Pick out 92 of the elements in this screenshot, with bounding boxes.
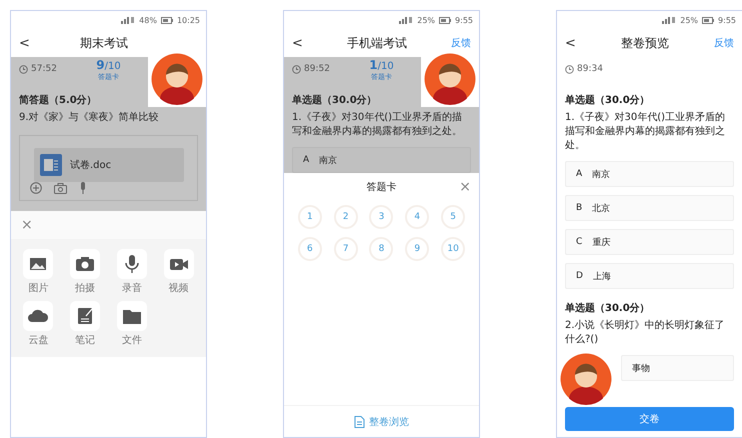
- back-button[interactable]: <: [292, 36, 303, 50]
- signal-icon: [121, 16, 136, 24]
- question-number[interactable]: 10: [441, 237, 466, 261]
- question-number[interactable]: 6: [298, 237, 322, 261]
- close-button[interactable]: ×: [21, 217, 33, 233]
- status-time: 9:55: [455, 16, 473, 24]
- file-attachment[interactable]: 试卷.doc: [34, 148, 184, 182]
- answer-option[interactable]: C 重庆: [565, 229, 734, 255]
- note-icon: [70, 301, 100, 331]
- current-question-number: 9: [96, 58, 105, 72]
- option-text: 上海: [592, 270, 611, 282]
- battery-level: 25%: [680, 16, 698, 24]
- question-number[interactable]: 5: [441, 205, 466, 229]
- option-letter: B: [576, 203, 582, 213]
- attach-option[interactable]: 图片: [15, 249, 62, 295]
- attach-option[interactable]: 录音: [108, 249, 156, 295]
- submit-button[interactable]: 交卷: [565, 407, 734, 431]
- question-total: /10: [378, 61, 394, 72]
- camera-icon[interactable]: [54, 182, 67, 194]
- attach-option[interactable]: 云盘: [15, 301, 62, 347]
- sheet-title: 答题卡: [366, 180, 396, 194]
- option-letter: A: [576, 169, 582, 179]
- question-text: 1.《子夜》对30年代()工业界矛盾的描写和金融界内幕的揭露都有独到之处。: [565, 111, 726, 153]
- battery-icon: [439, 16, 452, 24]
- option-text: 南京: [592, 168, 610, 180]
- timer: 57:52: [31, 64, 57, 74]
- video-camera-icon: [164, 249, 194, 279]
- question-number[interactable]: 3: [369, 205, 394, 229]
- option-letter: C: [576, 237, 582, 247]
- question-total: /10: [104, 61, 121, 72]
- question-type: 单选题（30.0分）: [565, 302, 651, 315]
- full-paper-link[interactable]: 整卷浏览: [354, 414, 409, 428]
- page-title: 期末考试: [78, 34, 129, 52]
- add-icon[interactable]: [30, 182, 42, 194]
- clock-icon: [565, 64, 574, 74]
- option-text: 事物: [632, 362, 650, 374]
- attach-option[interactable]: 拍摄: [62, 249, 108, 295]
- current-question-number: 1: [369, 58, 378, 72]
- question-number[interactable]: 1: [298, 205, 322, 229]
- feedback-link[interactable]: 反馈: [451, 36, 471, 50]
- option-text: 南京: [319, 154, 338, 166]
- feedback-link[interactable]: 反馈: [714, 36, 734, 50]
- clock-icon: [292, 64, 301, 74]
- answer-option[interactable]: D 上海: [565, 263, 734, 289]
- answer-box[interactable]: 试卷.doc: [19, 135, 198, 201]
- option-letter: A: [303, 155, 310, 165]
- attach-option[interactable]: 笔记: [62, 301, 108, 347]
- status-time: 9:55: [718, 16, 736, 24]
- answer-option[interactable]: A 南京: [565, 161, 734, 187]
- option-letter: D: [576, 271, 583, 281]
- option-text: 北京: [592, 202, 610, 214]
- clock-icon: [19, 64, 28, 74]
- image-icon: [23, 249, 54, 279]
- battery-icon: [160, 16, 173, 24]
- question-text: 9.对《家》与《寒夜》简单比较: [19, 111, 160, 125]
- battery-level: 25%: [417, 16, 436, 24]
- question-type: 单选题（30.0分）: [565, 94, 651, 107]
- timer: 89:34: [577, 64, 603, 74]
- document-icon: [354, 416, 365, 428]
- question-type: 单选题（30.0分）: [292, 94, 378, 107]
- answer-option[interactable]: B 北京: [565, 195, 734, 221]
- answer-option[interactable]: A 南京: [292, 147, 471, 173]
- microphone-icon: [116, 249, 147, 279]
- document-icon: [40, 154, 62, 176]
- question-type: 简答题（5.0分）: [19, 94, 98, 107]
- status-time: 10:25: [176, 16, 200, 24]
- timer: 89:52: [304, 64, 330, 74]
- answer-option[interactable]: 事物: [621, 355, 734, 381]
- attach-option[interactable]: 视频: [155, 249, 202, 295]
- signal-icon: [662, 16, 676, 24]
- file-name: 试卷.doc: [70, 158, 112, 172]
- battery-icon: [702, 16, 714, 24]
- microphone-icon[interactable]: [79, 182, 87, 194]
- battery-level: 48%: [139, 16, 157, 24]
- back-button[interactable]: <: [19, 36, 30, 50]
- question-number[interactable]: 9: [405, 237, 430, 261]
- page-title: 手机端考试: [346, 34, 408, 52]
- question-number[interactable]: 7: [334, 237, 358, 261]
- back-button[interactable]: <: [565, 36, 576, 50]
- camera-icon: [70, 249, 100, 279]
- question-number[interactable]: 2: [334, 205, 358, 229]
- attach-option[interactable]: 文件: [108, 301, 156, 347]
- close-button[interactable]: ×: [459, 179, 471, 195]
- signal-icon: [399, 16, 414, 24]
- question-number[interactable]: 8: [369, 237, 394, 261]
- question-number[interactable]: 4: [405, 205, 430, 229]
- option-text: 重庆: [592, 236, 610, 248]
- cloud-icon: [23, 301, 54, 331]
- page-title: 整卷预览: [620, 34, 670, 52]
- question-text: 1.《子夜》对30年代()工业界矛盾的描写和金融界内幕的揭露都有独到之处。: [292, 111, 464, 139]
- folder-icon: [116, 301, 147, 331]
- question-text: 2.小说《长明灯》中的长明灯象征了什么?(): [565, 319, 726, 347]
